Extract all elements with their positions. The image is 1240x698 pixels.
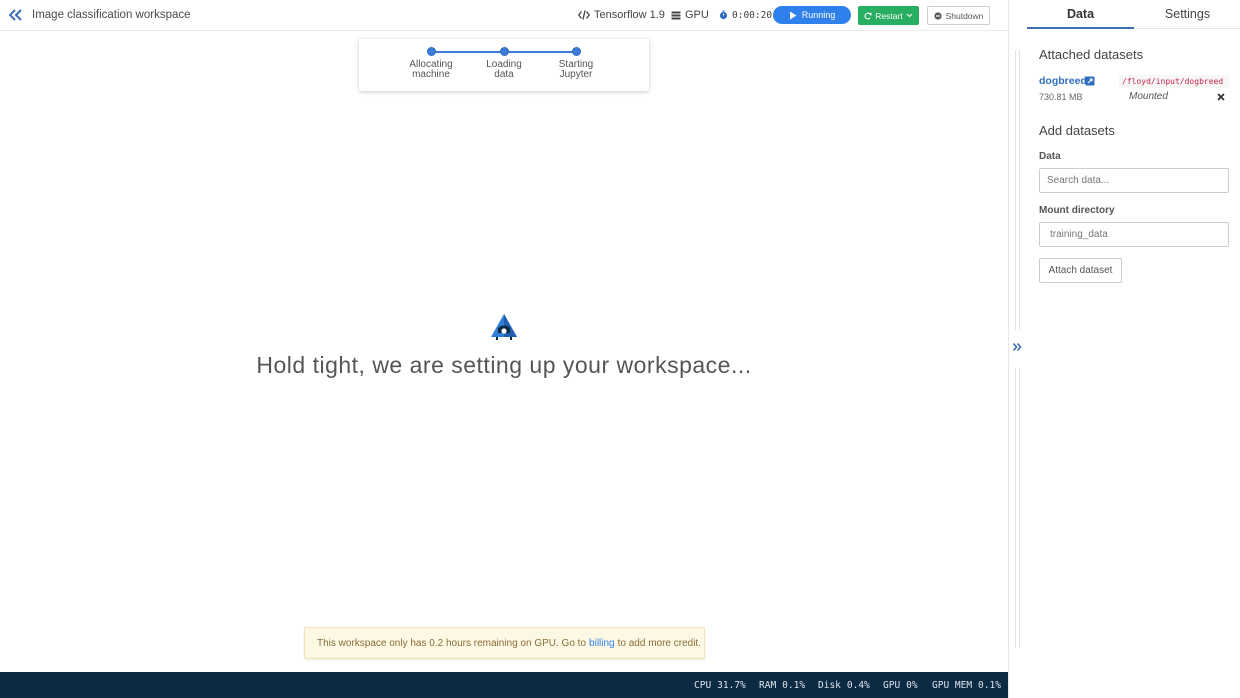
data-search-input[interactable] [1039,168,1229,193]
warning-text-end: to add more credit. [617,637,701,649]
resource-metrics-bar: CPU 31.7% RAM 0.1% Disk 0.4% GPU 0% GPU MEM 0… [0,672,1008,698]
metric-value: 0.1% [782,680,806,691]
startup-progress: Allocating machine Loading data Starting Ju… [359,39,649,91]
session-timer: 0:00:20 [719,0,772,30]
metric-cpu: CPU 31.7% [694,680,746,691]
mount-directory-label: Mount directory [1039,205,1115,216]
close-icon[interactable] [1217,93,1225,101]
framework-indicator: Tensorflow 1.9 [578,0,665,30]
timer-value: 0:00:20 [732,9,773,21]
framework-label: Tensorflow 1.9 [594,9,665,21]
refresh-icon [864,12,873,20]
billing-link[interactable]: billing [589,638,615,649]
tab-settings[interactable]: Settings [1134,0,1240,29]
metric-gpu: GPU 0% [883,680,918,691]
run-status-label: Running [801,10,836,20]
splitter-grip-line [1015,50,1016,330]
step-dot [499,47,509,56]
metric-label: RAM [759,680,777,691]
power-icon [933,11,942,20]
code-icon [578,10,590,20]
workspace-title: Image classification workspace [32,9,191,21]
metric-gpu-mem: GPU MEM 0.1% [932,680,1001,691]
metric-value: 0% [906,680,918,691]
data-panel: Data Settings Attached datasets dogbreed… [1027,0,1240,698]
metric-value: 0.4% [846,680,870,691]
metric-value: 0.1% [978,680,1001,691]
dataset-size: 730.81 MB [1039,92,1083,102]
shutdown-button[interactable]: Shutdown [927,6,990,25]
double-chevron-left-icon[interactable] [9,7,23,23]
step-loading: Loading data [469,47,539,80]
shutdown-label: Shutdown [945,10,984,21]
server-icon [671,11,681,19]
restart-label: Restart [875,10,903,21]
top-toolbar: Image classification workspace Tensorflo… [0,0,1008,31]
add-datasets-heading: Add datasets [1039,123,1115,138]
attach-dataset-button[interactable]: Attach dataset [1039,258,1122,283]
attached-datasets-heading: Attached datasets [1039,47,1144,62]
run-status-button[interactable]: Running [773,6,851,24]
restart-button[interactable]: Restart [858,6,919,25]
tab-data[interactable]: Data [1027,0,1134,29]
metric-value: 31.7% [717,680,746,691]
floyd-logo-icon [491,314,517,340]
splitter-grip-line [1015,368,1016,648]
step-dot [426,47,436,56]
external-link-icon[interactable] [1085,76,1095,86]
dataset-status: Mounted [1129,91,1168,102]
stopwatch-icon [719,10,728,20]
dataset-mount-path: /floyd/input/dogbreed [1119,75,1229,88]
step-label-line2: Jupyter [559,69,593,80]
mount-directory-input[interactable] [1039,222,1229,247]
step-starting: Starting Jupyter [541,47,611,80]
splitter-grip-line [1019,368,1020,648]
main-area: Image classification workspace Tensorflo… [0,0,1008,698]
metric-label: GPU MEM [932,680,973,691]
metric-disk: Disk 0.4% [818,680,870,691]
step-label-line2: machine [412,69,450,80]
chevron-down-icon [906,13,913,18]
splitter-grip-line [1019,50,1020,330]
machine-label: GPU [685,9,709,21]
double-chevron-right-icon[interactable] [1012,341,1023,353]
dataset-name-link[interactable]: dogbreed [1039,75,1087,87]
step-label-line2: data [494,69,514,80]
metric-label: GPU [883,680,901,691]
step-dot [571,47,581,56]
metric-ram: RAM 0.1% [759,680,805,691]
setup-message: Hold tight, we are setting up your works… [256,352,752,378]
credit-warning-banner: This workspace only has 0.2 hours remain… [304,627,705,659]
warning-text: This workspace only has 0.2 hours remain… [317,637,587,649]
play-icon [789,11,797,19]
data-field-label: Data [1039,151,1061,162]
machine-indicator: GPU [671,0,709,30]
metric-label: CPU [694,680,712,691]
metric-label: Disk [818,680,841,691]
step-allocating: Allocating machine [396,47,466,80]
